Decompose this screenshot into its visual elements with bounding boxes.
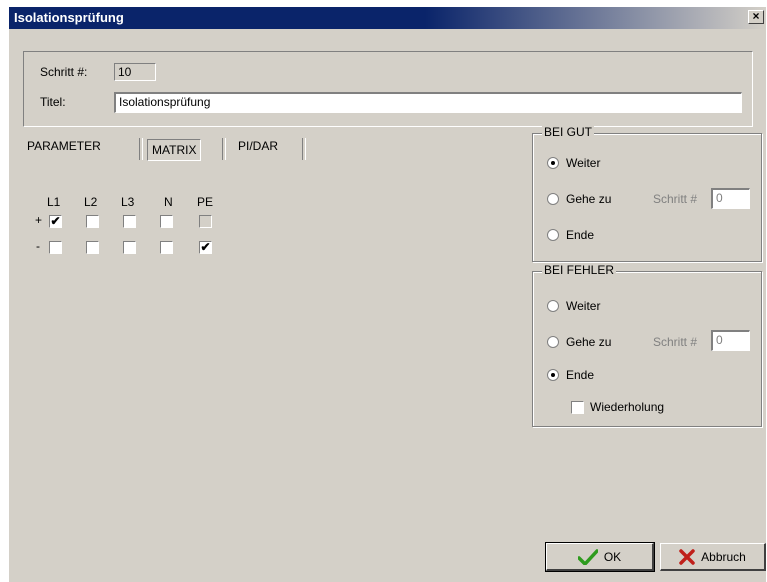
bei-fehler-weiter-label: Weiter [566,299,601,313]
cancel-button[interactable]: Abbruch [660,543,766,571]
matrix-checkbox[interactable] [123,241,136,254]
bei-gut-title: BEI GUT [542,125,595,139]
wiederholung-label: Wiederholung [590,400,665,414]
x-icon [679,548,695,565]
bei-gut-step-input[interactable]: 0 [711,188,750,209]
title-bar[interactable]: Isolationsprüfung × [9,7,766,29]
close-icon[interactable]: × [748,10,764,24]
ok-button[interactable]: OK [545,542,655,572]
matrix-checkbox[interactable] [86,241,99,254]
step-number-field: 10 [114,63,156,81]
bei-fehler-gehe-zu-radio[interactable] [547,336,559,348]
tab-parameter[interactable]: PARAMETER [27,139,101,153]
window-title: Isolationsprüfung [14,10,124,25]
bei-gut-group: BEI GUT Weiter Gehe zu Schritt # 0 Ende [532,125,762,262]
tab-separator [222,138,226,160]
step-label: Schritt #: [40,65,88,79]
matrix-checkbox[interactable]: ✔ [49,215,62,228]
bei-gut-weiter-radio[interactable] [547,157,559,169]
matrix-checkbox[interactable]: ✔ [199,241,212,254]
bei-gut-gehe-zu-radio[interactable] [547,193,559,205]
bei-fehler-weiter-radio[interactable] [547,300,559,312]
matrix-checkbox[interactable] [160,241,173,254]
matrix-checkbox[interactable] [49,241,62,254]
bei-fehler-title: BEI FEHLER [542,263,617,277]
matrix-col-header: L1 [47,195,61,209]
check-icon [577,548,598,565]
bei-fehler-ende-label: Ende [566,368,595,382]
bei-fehler-step-input[interactable]: 0 [711,330,750,351]
tab-matrix[interactable]: MATRIX [147,139,202,161]
tab-pi-dar[interactable]: PI/DAR [238,139,278,153]
bei-fehler-step-label: Schritt # [653,335,698,349]
matrix-checkbox[interactable] [160,215,173,228]
bei-fehler-gehe-zu-label: Gehe zu [566,335,612,349]
matrix-row-sign: + [35,213,43,227]
matrix-col-header: L3 [121,195,135,209]
bei-gut-weiter-label: Weiter [566,156,601,170]
ok-button-label: OK [603,549,622,564]
bei-gut-ende-label: Ende [566,228,595,242]
matrix-checkbox[interactable] [86,215,99,228]
bei-fehler-group: BEI FEHLER Weiter Gehe zu Schritt # 0 En… [532,263,762,427]
wiederholung-checkbox[interactable] [571,401,584,414]
matrix-col-header: PE [197,195,214,209]
bei-fehler-ende-radio[interactable] [547,369,559,381]
matrix-col-header: N [164,195,173,209]
tab-separator [302,138,306,160]
title-input[interactable]: Isolationsprüfung [114,92,742,113]
dialog-window: Isolationsprüfung × Schritt #: 10 Titel:… [8,6,766,582]
matrix-checkbox[interactable] [199,215,212,228]
cancel-button-label: Abbruch [701,549,746,564]
title-label: Titel: [40,95,66,109]
tab-separator [139,138,143,160]
bei-gut-gehe-zu-label: Gehe zu [566,192,612,206]
matrix-row-sign: - [36,239,40,253]
bei-gut-ende-radio[interactable] [547,229,559,241]
matrix-col-header: L2 [84,195,98,209]
bei-gut-step-label: Schritt # [653,192,698,206]
matrix-checkbox[interactable] [123,215,136,228]
